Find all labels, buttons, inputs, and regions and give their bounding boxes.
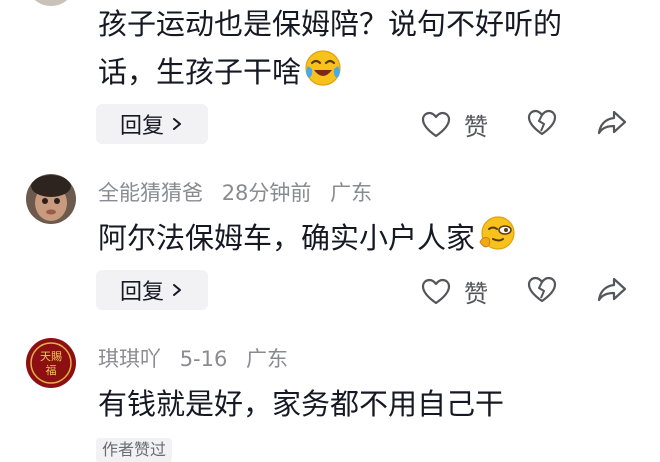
like-button[interactable]: 赞: [420, 107, 488, 142]
crying-laugh-emoji-icon: [305, 50, 341, 86]
author-liked-badge: 作者赞过: [96, 438, 173, 462]
avatar-partial[interactable]: [26, 0, 76, 6]
heart-icon: [421, 278, 451, 304]
heart-icon: [421, 111, 451, 137]
share-arrow-icon: [597, 277, 627, 302]
chevron-right-icon: [173, 118, 181, 130]
avatar[interactable]: 天賜 福: [26, 338, 76, 388]
comment-text: 孩子运动也是保姆陪？说句不好听的话，生孩子干啥: [98, 0, 618, 96]
comment-text-content: 有钱就是好，家务都不用自己干: [98, 387, 505, 421]
broken-heart-icon: [527, 276, 557, 303]
chevron-right-icon: [173, 284, 181, 296]
svg-text:天賜: 天賜: [40, 350, 62, 363]
dislike-button[interactable]: [526, 107, 558, 139]
username[interactable]: 琪琪吖: [98, 347, 161, 371]
timestamp: 5-16: [179, 347, 228, 371]
avatar-image: [26, 174, 76, 224]
reply-button[interactable]: 回复: [96, 270, 208, 310]
share-button[interactable]: [596, 107, 628, 139]
dislike-button[interactable]: [526, 274, 558, 306]
comment-text: 阿尔法保姆车，确实小户人家: [98, 214, 618, 262]
reply-button[interactable]: 回复: [96, 104, 208, 144]
comment-text-content: 阿尔法保姆车，确实小户人家: [98, 221, 476, 255]
broken-heart-icon: [527, 109, 557, 136]
avatar-image: 天賜 福: [26, 338, 76, 388]
svg-text:福: 福: [46, 363, 57, 377]
like-label: 赞: [464, 113, 488, 141]
share-arrow-icon: [597, 110, 627, 135]
share-button[interactable]: [596, 274, 628, 306]
timestamp: 28分钟前: [221, 181, 312, 205]
like-button[interactable]: 赞: [420, 274, 488, 309]
location: 广东: [330, 181, 373, 205]
username[interactable]: 全能猜猜爸: [98, 181, 203, 205]
comment-meta: 全能猜猜爸 28分钟前 广东: [98, 177, 384, 207]
reply-label: 回复: [119, 114, 164, 139]
location: 广东: [246, 347, 289, 371]
avatar[interactable]: [26, 174, 76, 224]
smug-sunglasses-emoji-icon: [479, 216, 515, 250]
like-label: 赞: [464, 280, 488, 308]
comment-meta: 琪琪吖 5-16 广东: [98, 343, 300, 373]
reply-label: 回复: [119, 280, 164, 305]
comment-text: 有钱就是好，家务都不用自己干: [98, 380, 618, 428]
